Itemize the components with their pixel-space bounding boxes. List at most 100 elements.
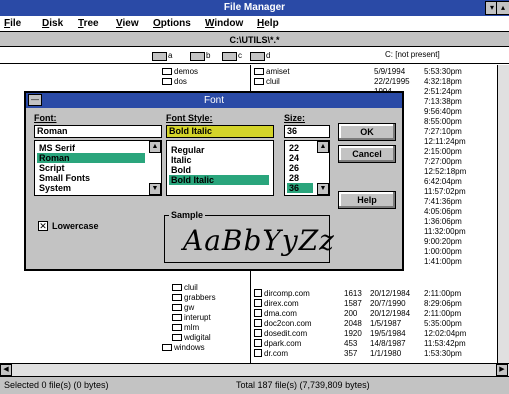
list-item[interactable]: 28: [287, 173, 299, 183]
list-item[interactable]: Bold: [169, 165, 191, 175]
font-style-label: Font Style:: [166, 113, 213, 123]
folder-icon: [172, 284, 182, 291]
drive-a-icon[interactable]: a: [152, 50, 172, 61]
file-time: 4:05:06pm: [424, 207, 462, 216]
file-time: 7:13:38pm: [424, 97, 462, 106]
list-item[interactable]: Script: [37, 163, 65, 173]
sample-text: AaBbYyZz: [183, 224, 335, 257]
scroll-up-icon[interactable]: ▲: [317, 141, 329, 153]
file-time: 8:55:00pm: [424, 117, 462, 126]
file-time: 2:11:00pm: [424, 309, 462, 318]
file-time: 1:00:00pm: [424, 247, 462, 256]
menu-disk[interactable]: Disk: [42, 17, 63, 31]
scroll-right-icon[interactable]: ▶: [496, 364, 508, 376]
font-style-input[interactable]: Bold Italic: [166, 125, 274, 138]
file-time: 5:35:00pm: [424, 319, 462, 328]
tree-item[interactable]: interupt: [172, 313, 211, 322]
file-size: 200: [344, 309, 358, 318]
vertical-scrollbar[interactable]: [497, 65, 509, 363]
file-size: 357: [344, 349, 358, 358]
menu-file[interactable]: File: [4, 17, 21, 31]
file-size: 1920: [344, 329, 362, 338]
file-time: 7:27:10pm: [424, 127, 462, 136]
font-dialog: Font — Font: Roman MS Serif Roman Script…: [24, 91, 404, 271]
tree-item[interactable]: mlm: [172, 323, 199, 332]
ok-button[interactable]: OK: [338, 123, 396, 141]
list-item[interactable]: cluil: [254, 77, 280, 86]
file-time: 11:57:02pm: [424, 187, 466, 196]
status-total: Total 187 file(s) (7,739,809 bytes): [236, 380, 370, 390]
file-date: 19/5/1984: [370, 329, 406, 338]
tree-item[interactable]: dos: [162, 77, 187, 86]
list-item[interactable]: dircomp.com: [254, 289, 310, 298]
list-item[interactable]: System: [37, 183, 71, 193]
menu-options[interactable]: Options: [153, 17, 191, 31]
tree-item[interactable]: wdigital: [172, 333, 211, 342]
tree-item[interactable]: gw: [172, 303, 194, 312]
file-time: 4:32:18pm: [424, 77, 462, 86]
list-item[interactable]: amiset: [254, 67, 290, 76]
sample-box: Sample AaBbYyZz: [164, 210, 334, 263]
drive-b-icon[interactable]: b: [190, 50, 210, 61]
list-item[interactable]: Regular: [169, 145, 205, 155]
font-style-list[interactable]: Regular Italic Bold Bold Italic: [166, 140, 274, 196]
size-list[interactable]: 22 24 26 28 36 ▲ ▼: [284, 140, 330, 196]
file-date: 20/12/1984: [370, 289, 411, 298]
scroll-down-icon[interactable]: ▼: [149, 183, 161, 195]
list-item[interactable]: dma.com: [254, 309, 297, 318]
list-item[interactable]: Bold Italic: [169, 175, 269, 185]
lowercase-checkbox[interactable]: ✕: [38, 221, 48, 231]
menu-help[interactable]: Help: [257, 17, 279, 31]
status-selected: Selected 0 file(s) (0 bytes): [4, 380, 109, 390]
tree-item[interactable]: cluil: [172, 283, 198, 292]
file-time: 11:32:00pm: [424, 227, 466, 236]
list-item[interactable]: dpark.com: [254, 339, 301, 348]
help-button[interactable]: Help: [338, 191, 396, 209]
file-date: 5/9/1994: [374, 67, 406, 76]
size-input[interactable]: 36: [284, 125, 330, 138]
file-date: 1/1/1980: [370, 349, 402, 358]
list-item[interactable]: MS Serif: [37, 143, 75, 153]
tree-item[interactable]: grabbers: [172, 293, 216, 302]
sample-label: Sample: [169, 210, 206, 220]
font-input[interactable]: Roman: [34, 125, 162, 138]
font-list[interactable]: MS Serif Roman Script Small Fonts System…: [34, 140, 162, 196]
menu-bar: File Disk Tree View Options Window Help: [0, 16, 509, 32]
file-time: 12:02:04pm: [424, 329, 467, 338]
file-icon: [254, 309, 262, 317]
drive-d-icon[interactable]: d: [250, 50, 270, 61]
file-time: 2:15:00pm: [424, 147, 462, 156]
dialog-system-menu-icon[interactable]: —: [28, 94, 42, 106]
scroll-up-icon[interactable]: ▲: [149, 141, 161, 153]
list-item[interactable]: dosedit.com: [254, 329, 307, 338]
file-time: 5:53:30pm: [424, 67, 462, 76]
cancel-button[interactable]: Cancel: [338, 145, 396, 163]
list-item[interactable]: Italic: [169, 155, 192, 165]
menu-window[interactable]: Window: [205, 17, 243, 31]
scroll-left-icon[interactable]: ◀: [0, 364, 12, 376]
horizontal-scrollbar[interactable]: ◀ ▶: [0, 363, 509, 376]
file-size: 1587: [344, 299, 362, 308]
maximize-button[interactable]: ▴: [496, 1, 509, 15]
list-item[interactable]: doc2con.com: [254, 319, 312, 328]
tree-item[interactable]: demos: [162, 67, 198, 76]
list-item[interactable]: Roman: [37, 153, 145, 163]
list-item[interactable]: direx.com: [254, 299, 299, 308]
list-item[interactable]: 36: [287, 183, 313, 193]
file-time: 12:52:18pm: [424, 167, 467, 176]
list-item[interactable]: Small Fonts: [37, 173, 90, 183]
drive-c-icon[interactable]: c: [222, 50, 242, 61]
file-icon: [254, 349, 262, 357]
list-item[interactable]: 24: [287, 153, 299, 163]
app-title-bar: File Manager: [0, 0, 509, 16]
size-label: Size:: [284, 113, 306, 123]
list-item[interactable]: 22: [287, 143, 299, 153]
file-time: 1:53:30pm: [424, 349, 462, 358]
menu-tree[interactable]: Tree: [78, 17, 99, 31]
list-item[interactable]: dr.com: [254, 349, 288, 358]
file-size: 2048: [344, 319, 362, 328]
list-item[interactable]: 26: [287, 163, 299, 173]
menu-view[interactable]: View: [116, 17, 139, 31]
scroll-down-icon[interactable]: ▼: [317, 183, 329, 195]
tree-item[interactable]: windows: [162, 343, 205, 352]
